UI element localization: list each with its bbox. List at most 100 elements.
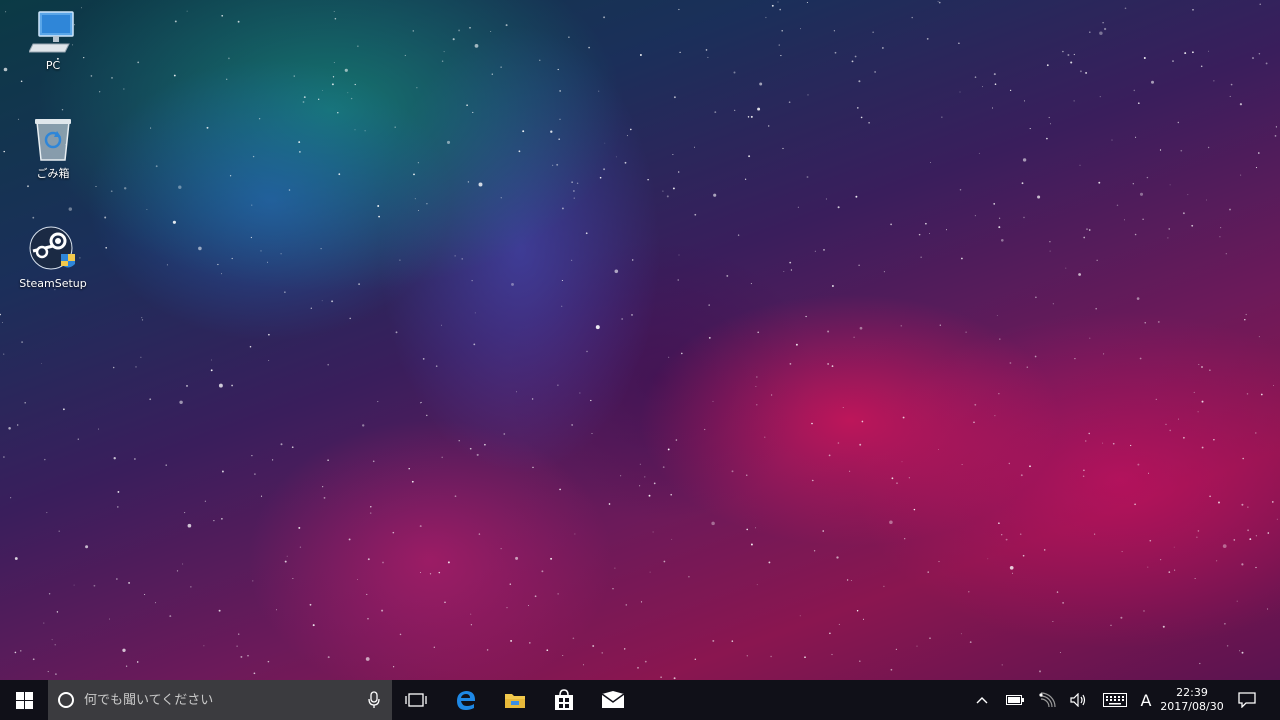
desktop-icon-steam-setup[interactable]: SteamSetup	[8, 224, 98, 290]
star	[1213, 439, 1215, 441]
clock-button[interactable]: 22:39 2017/08/30	[1156, 680, 1228, 720]
star	[756, 404, 758, 406]
star	[184, 512, 186, 514]
star	[1139, 192, 1144, 196]
star	[186, 385, 188, 387]
star	[370, 506, 372, 508]
star	[714, 111, 717, 113]
desktop-icon-pc[interactable]: PC	[8, 10, 98, 72]
star	[484, 443, 486, 446]
edge-icon	[457, 691, 475, 710]
star	[426, 414, 428, 417]
star	[750, 115, 753, 118]
star	[711, 521, 715, 526]
star	[395, 331, 398, 334]
star	[670, 493, 673, 496]
battery-button[interactable]	[1002, 680, 1028, 720]
star	[807, 94, 809, 96]
star	[705, 49, 708, 51]
star	[859, 660, 861, 662]
star	[394, 126, 396, 128]
star	[959, 91, 961, 93]
star	[218, 609, 221, 612]
star	[994, 83, 997, 85]
star	[1193, 391, 1195, 393]
star	[999, 338, 1001, 340]
star	[614, 269, 619, 274]
star	[734, 109, 736, 111]
star	[1240, 174, 1242, 176]
star	[419, 525, 422, 528]
star	[14, 557, 18, 560]
star	[1059, 652, 1061, 653]
star	[1116, 204, 1119, 207]
star	[122, 648, 126, 652]
star	[851, 60, 854, 63]
star	[1219, 236, 1221, 238]
star	[1216, 560, 1218, 562]
cortana-search-box[interactable]	[48, 680, 392, 720]
star	[574, 533, 576, 535]
store-taskbar-button[interactable]	[540, 680, 588, 720]
star	[1009, 362, 1012, 364]
star	[746, 655, 748, 657]
star	[531, 398, 534, 400]
star	[623, 648, 626, 650]
star	[298, 141, 301, 144]
star	[1229, 95, 1231, 97]
touch-keyboard-button[interactable]	[1100, 680, 1130, 720]
star	[1207, 146, 1210, 149]
ime-mode-button[interactable]: A	[1134, 680, 1158, 720]
edge-taskbar-button[interactable]	[442, 680, 490, 720]
star	[704, 428, 706, 431]
volume-button[interactable]	[1066, 680, 1092, 720]
desktop-icon-recycle-bin[interactable]: ごみ箱	[8, 116, 98, 180]
star	[559, 90, 561, 92]
star	[470, 613, 472, 615]
star	[974, 215, 976, 217]
star	[378, 215, 380, 218]
file-explorer-taskbar-button[interactable]	[491, 680, 539, 720]
star	[226, 78, 228, 80]
star	[890, 668, 893, 671]
action-center-button[interactable]	[1232, 680, 1262, 720]
star	[1121, 551, 1123, 553]
keyboard-icon	[1103, 693, 1127, 707]
star	[1255, 167, 1258, 169]
star	[367, 558, 370, 561]
star	[1001, 239, 1004, 242]
mail-taskbar-button[interactable]	[589, 680, 637, 720]
star	[644, 660, 647, 663]
star	[1274, 135, 1277, 137]
star	[896, 482, 898, 484]
star	[771, 394, 773, 396]
star	[1201, 366, 1203, 368]
task-view-button[interactable]	[392, 680, 440, 720]
star	[1252, 57, 1254, 59]
star	[299, 151, 301, 153]
search-input[interactable]	[84, 692, 356, 708]
star	[861, 420, 864, 423]
star	[570, 259, 573, 261]
star	[603, 168, 606, 171]
star	[1180, 149, 1183, 152]
show-hidden-icons-button[interactable]	[970, 680, 994, 720]
star	[206, 126, 209, 129]
microphone-icon[interactable]	[356, 680, 392, 720]
star	[889, 520, 893, 525]
star	[804, 656, 806, 659]
star	[974, 76, 977, 78]
star	[764, 436, 766, 438]
star	[392, 531, 395, 534]
star	[40, 363, 42, 365]
star	[408, 467, 410, 470]
star	[327, 363, 330, 366]
star	[637, 666, 639, 669]
start-button[interactable]	[0, 680, 48, 720]
star	[1241, 503, 1244, 506]
star	[3, 67, 8, 72]
star	[414, 198, 416, 200]
network-button[interactable]	[1034, 680, 1060, 720]
star	[123, 88, 125, 90]
star	[1065, 267, 1067, 269]
